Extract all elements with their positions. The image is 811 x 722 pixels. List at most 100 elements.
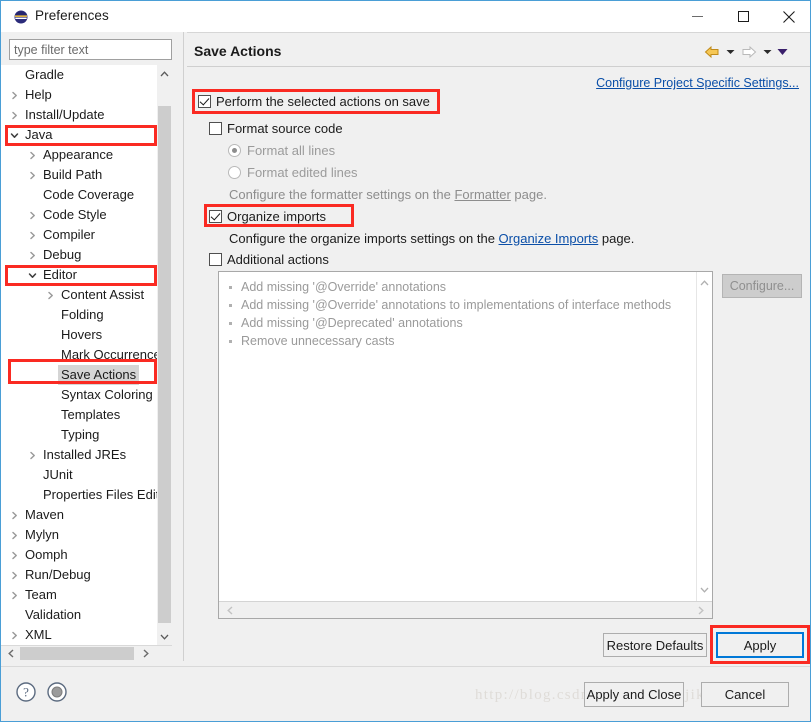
tree-item[interactable]: Run/Debug <box>1 565 172 585</box>
tree-item[interactable]: Hovers <box>1 325 172 345</box>
preferences-tree[interactable]: Gradle Help Install/Update Java Appearance Bu… <box>1 65 172 645</box>
tree-item[interactable]: Mark Occurrences <box>1 345 172 365</box>
action-list-item[interactable]: Remove unnecessary casts <box>219 332 696 350</box>
tree-item[interactable]: Help <box>1 85 172 105</box>
chevron-right-icon[interactable] <box>8 545 21 565</box>
chevron-right-icon[interactable] <box>26 245 39 265</box>
chevron-right-icon[interactable] <box>26 205 39 225</box>
scroll-left-icon[interactable] <box>3 646 19 661</box>
organize-imports-checkbox-row[interactable]: Organize imports <box>209 209 326 224</box>
apply-and-close-button[interactable]: Apply and Close <box>584 682 684 707</box>
scroll-right-icon[interactable] <box>693 602 709 618</box>
organize-imports-link[interactable]: Organize Imports <box>499 231 599 246</box>
tree-item[interactable]: Templates <box>1 405 172 425</box>
chevron-right-icon[interactable] <box>8 105 21 125</box>
tree-item[interactable]: Oomph <box>1 545 172 565</box>
chevron-right-icon[interactable] <box>8 505 21 525</box>
configure-project-specific-settings-link[interactable]: Configure Project Specific Settings... <box>596 76 799 90</box>
chevron-right-icon[interactable] <box>26 445 39 465</box>
chevron-right-icon[interactable] <box>8 585 21 605</box>
format-edited-lines-radio[interactable] <box>228 166 241 179</box>
help-button[interactable]: ? <box>15 681 37 703</box>
scroll-up-icon[interactable] <box>697 275 712 291</box>
action-list-item[interactable]: Add missing '@Deprecated' annotations <box>219 314 696 332</box>
maximize-button[interactable] <box>720 1 766 32</box>
scroll-left-icon[interactable] <box>222 602 238 618</box>
perform-actions-on-save-checkbox[interactable] <box>198 95 211 108</box>
format-source-code-checkbox-row[interactable]: Format source code <box>209 121 343 136</box>
perform-actions-on-save-checkbox-row[interactable]: Perform the selected actions on save <box>198 94 430 109</box>
tree-hscroll-thumb[interactable] <box>20 647 134 660</box>
tree-item[interactable]: Properties Files Editor <box>1 485 172 505</box>
apply-button[interactable]: Apply <box>716 632 804 658</box>
format-all-lines-radio-row[interactable]: Format all lines <box>228 143 335 158</box>
tree-item[interactable]: Appearance <box>1 145 172 165</box>
format-all-lines-radio[interactable] <box>228 144 241 157</box>
minimize-button[interactable] <box>674 1 720 32</box>
tree-item[interactable]: Code Style <box>1 205 172 225</box>
tree-item-label: Team <box>25 587 57 602</box>
tree-item[interactable]: Save Actions <box>1 365 172 385</box>
cancel-button[interactable]: Cancel <box>701 682 789 707</box>
chevron-down-icon[interactable] <box>26 265 39 285</box>
forward-button[interactable] <box>738 42 760 62</box>
back-button[interactable] <box>701 42 723 62</box>
action-list-item[interactable]: Add missing '@Override' annotations to i… <box>219 296 696 314</box>
tree-item[interactable]: JUnit <box>1 465 172 485</box>
action-list-item[interactable]: Add missing '@Override' annotations <box>219 278 696 296</box>
chevron-right-icon[interactable] <box>8 625 21 645</box>
tree-item[interactable]: Install/Update <box>1 105 172 125</box>
back-history-menu[interactable] <box>723 42 738 62</box>
tree-item[interactable]: Maven <box>1 505 172 525</box>
oomph-shell-button[interactable] <box>46 681 68 703</box>
tree-item[interactable]: Folding <box>1 305 172 325</box>
tree-horizontal-scrollbar[interactable] <box>1 645 172 661</box>
organize-imports-checkbox[interactable] <box>209 210 222 223</box>
tree-item[interactable]: Typing <box>1 425 172 445</box>
chevron-right-icon[interactable] <box>8 85 21 105</box>
view-menu-button[interactable] <box>775 42 790 62</box>
scroll-down-icon[interactable] <box>697 582 712 598</box>
chevron-right-icon[interactable] <box>26 145 39 165</box>
tree-scroll-thumb[interactable] <box>158 106 171 623</box>
tree-item[interactable]: Editor <box>1 265 172 285</box>
formatter-link[interactable]: Formatter <box>454 187 510 202</box>
tree-item[interactable]: Validation <box>1 605 172 625</box>
tree-item[interactable]: Build Path <box>1 165 172 185</box>
chevron-right-icon[interactable] <box>44 285 57 305</box>
additional-actions-listbox[interactable]: Add missing '@Override' annotations Add m… <box>218 271 713 619</box>
close-button[interactable] <box>766 1 810 32</box>
tree-item[interactable]: Debug <box>1 245 172 265</box>
chevron-right-icon[interactable] <box>26 225 39 245</box>
actions-vertical-scrollbar[interactable] <box>696 272 712 601</box>
additional-actions-checkbox-row[interactable]: Additional actions <box>209 252 329 267</box>
preferences-window: Preferences Gradle Help Install/Update Java… <box>0 0 811 722</box>
tree-item[interactable]: Mylyn <box>1 525 172 545</box>
restore-defaults-button[interactable]: Restore Defaults <box>603 633 707 657</box>
format-edited-lines-radio-row[interactable]: Format edited lines <box>228 165 358 180</box>
chevron-down-icon[interactable] <box>8 125 21 145</box>
scroll-down-icon[interactable] <box>157 628 172 645</box>
tree-item[interactable]: Java <box>1 125 172 145</box>
tree-item[interactable]: XML <box>1 625 172 645</box>
scroll-up-icon[interactable] <box>157 65 172 82</box>
tree-item[interactable]: Gradle <box>1 65 172 85</box>
tree-item[interactable]: Team <box>1 585 172 605</box>
header-top-rule <box>187 32 810 33</box>
tree-item[interactable]: Compiler <box>1 225 172 245</box>
configure-button[interactable]: Configure... <box>722 274 802 298</box>
filter-input[interactable] <box>9 39 172 60</box>
tree-item[interactable]: Syntax Coloring <box>1 385 172 405</box>
chevron-right-icon[interactable] <box>8 525 21 545</box>
format-source-code-checkbox[interactable] <box>209 122 222 135</box>
tree-vertical-scrollbar[interactable] <box>157 65 172 645</box>
chevron-right-icon[interactable] <box>26 165 39 185</box>
chevron-right-icon[interactable] <box>8 565 21 585</box>
forward-history-menu[interactable] <box>760 42 775 62</box>
actions-horizontal-scrollbar[interactable] <box>219 601 712 618</box>
additional-actions-checkbox[interactable] <box>209 253 222 266</box>
scroll-right-icon[interactable] <box>138 646 154 661</box>
tree-item[interactable]: Content Assist <box>1 285 172 305</box>
tree-item[interactable]: Code Coverage <box>1 185 172 205</box>
tree-item[interactable]: Installed JREs <box>1 445 172 465</box>
